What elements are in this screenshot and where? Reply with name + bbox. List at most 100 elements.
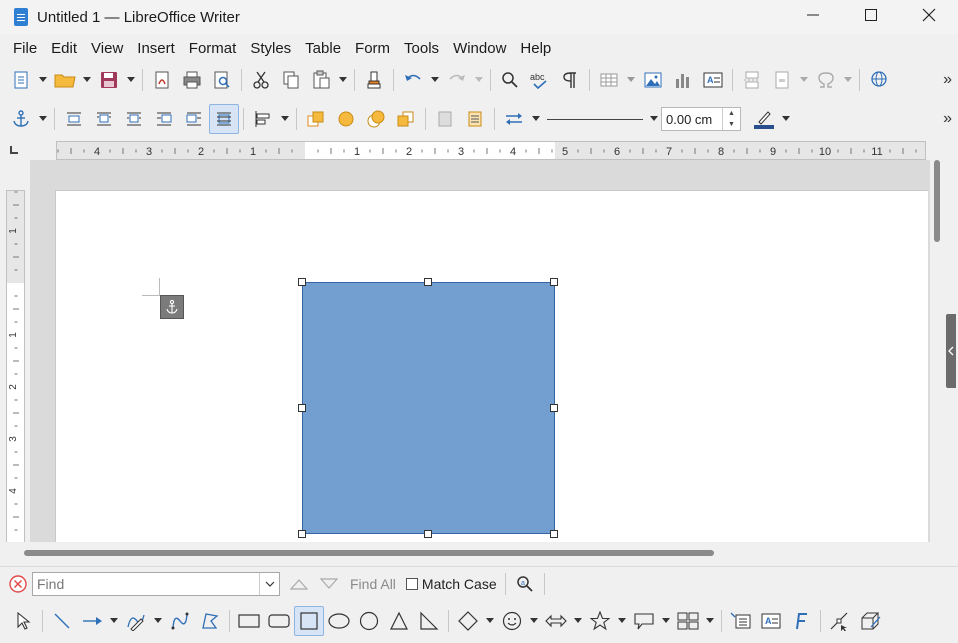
paste-button[interactable] <box>306 65 336 95</box>
resize-handle-top[interactable] <box>424 278 432 286</box>
insert-triangle-button[interactable] <box>384 606 414 636</box>
flowchart-shapes-dropdown[interactable] <box>703 606 717 636</box>
close-find-bar-button[interactable] <box>8 569 28 599</box>
find-and-replace-button[interactable]: a <box>510 569 540 599</box>
selected-rectangle-shape[interactable] <box>302 282 555 534</box>
shape-anchor-marker[interactable] <box>160 295 184 319</box>
symbol-shapes-button[interactable] <box>497 606 527 636</box>
stars-banners-dropdown[interactable] <box>615 606 629 636</box>
match-case-checkbox[interactable] <box>405 577 418 590</box>
save-button[interactable] <box>94 65 124 95</box>
spin-up-icon[interactable]: ▲ <box>728 110 735 117</box>
symbol-shapes-dropdown[interactable] <box>527 606 541 636</box>
tab-stop-selector[interactable] <box>10 146 18 154</box>
menu-help[interactable]: Help <box>513 40 558 57</box>
bring-to-front-button[interactable] <box>301 104 331 134</box>
vertical-scroll-thumb[interactable] <box>934 160 940 242</box>
match-case-toggle[interactable]: Match Case <box>405 576 497 592</box>
toolbar-overflow-icon[interactable]: » <box>943 71 952 89</box>
anchor-dropdown[interactable] <box>36 104 50 134</box>
insert-square-button[interactable] <box>294 606 324 636</box>
toggle-extrusion-button[interactable] <box>855 606 885 636</box>
line-color-dropdown[interactable] <box>779 104 793 134</box>
select-tool-button[interactable] <box>8 606 38 636</box>
to-foreground-button[interactable] <box>430 104 460 134</box>
insert-fontwork-button[interactable] <box>786 606 816 636</box>
vertical-ruler[interactable]: 1 1 2 3 4 <box>6 190 25 543</box>
line-style-select[interactable] <box>543 108 647 130</box>
toolbar-overflow-icon[interactable]: » <box>943 110 952 128</box>
insert-field-dropdown[interactable] <box>797 65 811 95</box>
resize-handle-bottom-left[interactable] <box>298 530 306 538</box>
forward-one-button[interactable] <box>331 104 361 134</box>
menu-tools[interactable]: Tools <box>397 40 446 57</box>
insert-hyperlink-button[interactable] <box>864 65 894 95</box>
insert-curve-button[interactable] <box>165 606 195 636</box>
insert-page-break-button[interactable] <box>737 65 767 95</box>
find-previous-button[interactable] <box>284 569 314 599</box>
menu-table[interactable]: Table <box>298 40 348 57</box>
insert-text-box-button[interactable]: A <box>698 65 728 95</box>
insert-text-box-frame-button[interactable]: A <box>756 606 786 636</box>
spin-arrows[interactable]: ▲ ▼ <box>722 108 740 130</box>
insert-rectangle-button[interactable] <box>234 606 264 636</box>
print-preview-button[interactable] <box>207 65 237 95</box>
callout-shapes-button[interactable] <box>629 606 659 636</box>
basic-shapes-dropdown[interactable] <box>483 606 497 636</box>
wrap-off-button[interactable] <box>59 104 89 134</box>
formatting-marks-button[interactable] <box>555 65 585 95</box>
menu-view[interactable]: View <box>84 40 130 57</box>
insert-field-button[interactable] <box>767 65 797 95</box>
redo-button[interactable] <box>442 65 472 95</box>
new-document-dropdown[interactable] <box>36 65 50 95</box>
curves-polygons-button[interactable] <box>121 606 151 636</box>
new-document-button[interactable] <box>6 65 36 95</box>
redo-dropdown[interactable] <box>472 65 486 95</box>
horizontal-scroll-thumb[interactable] <box>24 550 714 556</box>
block-arrows-button[interactable] <box>541 606 571 636</box>
flowchart-shapes-button[interactable] <box>673 606 703 636</box>
block-arrows-dropdown[interactable] <box>571 606 585 636</box>
find-next-button[interactable] <box>314 569 344 599</box>
sidebar-collapse-handle[interactable] <box>946 314 956 388</box>
close-window-button[interactable] <box>900 0 958 30</box>
wrap-left-button[interactable] <box>149 104 179 134</box>
insert-right-triangle-button[interactable] <box>414 606 444 636</box>
resize-handle-right[interactable] <box>550 404 558 412</box>
basic-shapes-button[interactable] <box>453 606 483 636</box>
page-wrap-button[interactable] <box>89 104 119 134</box>
callout-shapes-dropdown[interactable] <box>659 606 673 636</box>
clone-formatting-button[interactable] <box>359 65 389 95</box>
wrap-right-button[interactable] <box>179 104 209 134</box>
insert-circle-button[interactable] <box>354 606 384 636</box>
special-character-dropdown[interactable] <box>841 65 855 95</box>
spin-down-icon[interactable]: ▼ <box>728 121 735 128</box>
insert-text-box-draw-button[interactable] <box>726 606 756 636</box>
copy-button[interactable] <box>276 65 306 95</box>
align-objects-button[interactable] <box>248 104 278 134</box>
undo-dropdown[interactable] <box>428 65 442 95</box>
insert-polygon-button[interactable] <box>195 606 225 636</box>
insert-chart-button[interactable] <box>668 65 698 95</box>
horizontal-ruler[interactable]: 432112345678910111 <box>56 141 926 160</box>
open-button[interactable] <box>50 65 80 95</box>
find-all-button[interactable]: Find All <box>350 576 396 592</box>
anchor-button[interactable] <box>6 104 36 134</box>
back-one-button[interactable] <box>361 104 391 134</box>
line-arrow-style-dropdown[interactable] <box>529 104 543 134</box>
wrap-through-button[interactable] <box>209 104 239 134</box>
undo-button[interactable] <box>398 65 428 95</box>
open-dropdown[interactable] <box>80 65 94 95</box>
paste-dropdown[interactable] <box>336 65 350 95</box>
toggle-point-edit-button[interactable] <box>825 606 855 636</box>
cut-button[interactable] <box>246 65 276 95</box>
maximize-button[interactable] <box>842 0 900 30</box>
to-background-button[interactable] <box>460 104 490 134</box>
curves-polygons-dropdown[interactable] <box>151 606 165 636</box>
resize-handle-top-left[interactable] <box>298 278 306 286</box>
send-to-back-button[interactable] <box>391 104 421 134</box>
resize-handle-bottom-right[interactable] <box>550 530 558 538</box>
horizontal-scrollbar[interactable] <box>0 542 958 562</box>
spelling-button[interactable]: abc <box>525 65 555 95</box>
find-replace-button[interactable] <box>495 65 525 95</box>
